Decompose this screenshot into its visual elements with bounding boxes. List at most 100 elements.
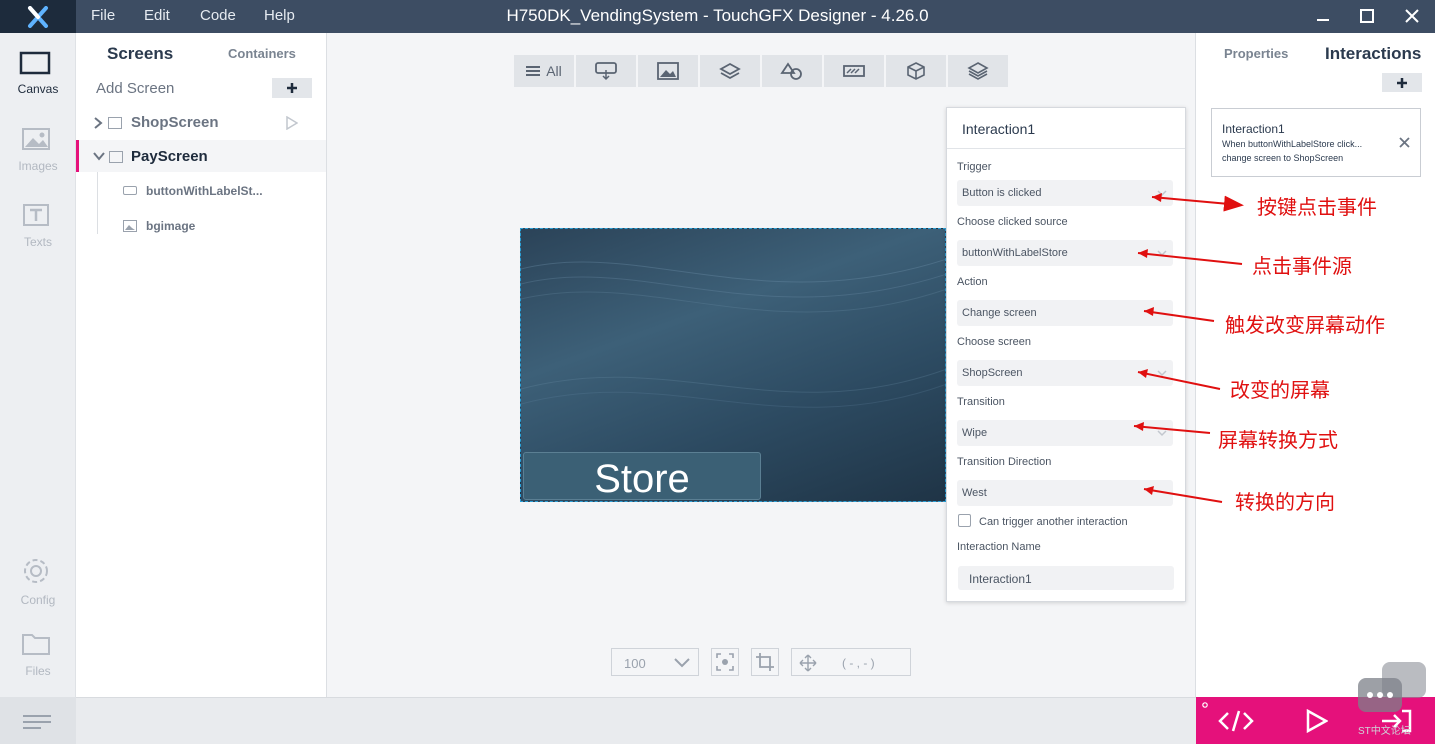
run-simulator-icon[interactable] <box>1304 709 1328 733</box>
close-window-button[interactable] <box>1399 4 1425 28</box>
add-screen-label: Add Screen <box>96 80 175 97</box>
left-nav-bar: Canvas Images Texts Config Files <box>0 33 76 744</box>
status-bar <box>76 697 1196 744</box>
store-button[interactable]: Store <box>523 452 761 501</box>
screen-icon <box>108 117 122 129</box>
tool-button[interactable] <box>576 55 636 87</box>
tool-shape[interactable] <box>762 55 822 87</box>
focus-icon <box>716 653 734 671</box>
annotation-direction: 转换的方向 <box>1235 492 1335 514</box>
tab-properties[interactable]: Properties <box>1224 46 1288 61</box>
add-interaction-button[interactable] <box>1382 73 1422 92</box>
tool-custom[interactable] <box>948 55 1008 87</box>
source-select[interactable]: buttonWithLabelStore <box>957 240 1173 266</box>
close-icon <box>1405 9 1419 23</box>
screen-select[interactable]: ShopScreen <box>957 360 1173 386</box>
tool-3d[interactable] <box>886 55 946 87</box>
title-bar: File Edit Code Help H750DK_VendingSystem… <box>0 0 1435 33</box>
crop-icon <box>756 653 774 671</box>
screen-item-shopscreen[interactable]: ShopScreen <box>76 111 326 135</box>
transition-select[interactable]: Wipe <box>957 420 1173 446</box>
fit-screen-button[interactable] <box>711 648 739 676</box>
cube-icon <box>907 62 925 80</box>
texts-icon[interactable] <box>22 203 50 232</box>
transition-label: Transition <box>957 396 1005 408</box>
chevron-right-icon <box>94 117 103 129</box>
chevron-down-icon <box>1157 370 1167 377</box>
stack-icon <box>967 62 989 80</box>
interaction-card-line2: change screen to ShopScreen <box>1222 153 1344 163</box>
close-icon[interactable] <box>1399 137 1410 148</box>
chevron-down-icon <box>674 658 690 668</box>
interaction-name-input[interactable]: Interaction1 <box>958 566 1174 590</box>
tool-container[interactable] <box>700 55 760 87</box>
screen-icon <box>109 151 123 163</box>
crop-button[interactable] <box>751 648 779 676</box>
action-select[interactable]: Change screen <box>957 300 1173 326</box>
plus-icon <box>1397 77 1407 88</box>
trigger-label: Trigger <box>957 161 992 173</box>
interaction-header: Interaction1 <box>947 108 1185 149</box>
interaction-editor-panel: Interaction1 Trigger Button is clicked C… <box>946 107 1186 602</box>
tab-screens[interactable]: Screens <box>107 44 173 64</box>
annotation-transition: 屏幕转换方式 <box>1218 430 1338 452</box>
nav-texts-label[interactable]: Texts <box>0 235 76 249</box>
tool-progress[interactable] <box>824 55 884 87</box>
minimize-button[interactable] <box>1310 4 1336 28</box>
maximize-button[interactable] <box>1354 4 1380 28</box>
folder-icon[interactable] <box>21 631 51 662</box>
direction-select[interactable]: West <box>957 480 1173 506</box>
source-label: Choose clicked source <box>957 216 1068 228</box>
tab-containers[interactable]: Containers <box>228 46 296 61</box>
direction-label: Transition Direction <box>957 456 1052 468</box>
can-trigger-label: Can trigger another interaction <box>979 516 1128 528</box>
add-screen-button[interactable] <box>272 78 312 98</box>
design-screen-canvas[interactable]: Store <box>520 228 946 502</box>
coordinates-box: ( - , - ) <box>791 648 911 676</box>
progress-icon <box>843 65 865 77</box>
nav-config-label[interactable]: Config <box>0 593 76 607</box>
maximize-icon <box>1360 9 1374 23</box>
zoom-select[interactable]: 100 <box>611 648 699 676</box>
code-icon[interactable] <box>1218 709 1254 733</box>
interaction-card[interactable]: Interaction1 When buttonWithLabelStore c… <box>1211 108 1421 177</box>
annotation-trigger: 按键点击事件 <box>1257 197 1377 219</box>
direction-value: West <box>962 487 987 499</box>
button-widget-icon <box>123 186 137 195</box>
tab-interactions[interactable]: Interactions <box>1325 44 1421 64</box>
tool-all[interactable]: All <box>514 55 574 87</box>
zoom-value: 100 <box>624 656 646 671</box>
list-icon <box>526 66 541 76</box>
action-label: Action <box>957 276 988 288</box>
trigger-select[interactable]: Button is clicked <box>957 180 1173 206</box>
tool-all-label: All <box>546 63 562 79</box>
gear-icon[interactable] <box>21 556 51 591</box>
chat-bubble-icon <box>1358 662 1426 712</box>
hamburger-menu-icon[interactable] <box>23 714 51 735</box>
canvas-icon[interactable] <box>19 51 51 80</box>
annotation-screen: 改变的屏幕 <box>1230 380 1330 402</box>
coordinates-value: ( - , - ) <box>842 656 875 670</box>
watermark: ST中文论坛 <box>1356 660 1428 737</box>
screen-label: Choose screen <box>957 336 1031 348</box>
nav-files-label[interactable]: Files <box>0 664 76 678</box>
nav-images-label[interactable]: Images <box>0 159 76 173</box>
chevron-down-icon <box>1157 190 1167 197</box>
nav-canvas-label[interactable]: Canvas <box>0 82 76 96</box>
tool-image[interactable] <box>638 55 698 87</box>
tree-item-label: buttonWithLabelSt... <box>146 184 263 198</box>
chevron-down-icon <box>1157 250 1167 257</box>
can-trigger-checkbox[interactable] <box>958 514 971 527</box>
tree-item-button[interactable]: buttonWithLabelSt... <box>76 180 326 202</box>
image-tool-icon <box>657 62 679 80</box>
properties-panel: Properties Interactions Interaction1 Whe… <box>1195 33 1435 697</box>
images-icon[interactable] <box>21 127 51 156</box>
tree-item-bgimage[interactable]: bgimage <box>76 215 326 237</box>
interaction-card-title: Interaction1 <box>1222 122 1285 136</box>
button-tool-icon <box>595 62 617 81</box>
interaction-title: Interaction1 <box>962 121 1036 137</box>
chevron-down-icon <box>93 152 105 161</box>
move-icon <box>799 654 817 672</box>
annotation-action: 触发改变屏幕动作 <box>1225 315 1385 337</box>
screen-item-payscreen[interactable]: PayScreen <box>76 140 326 172</box>
